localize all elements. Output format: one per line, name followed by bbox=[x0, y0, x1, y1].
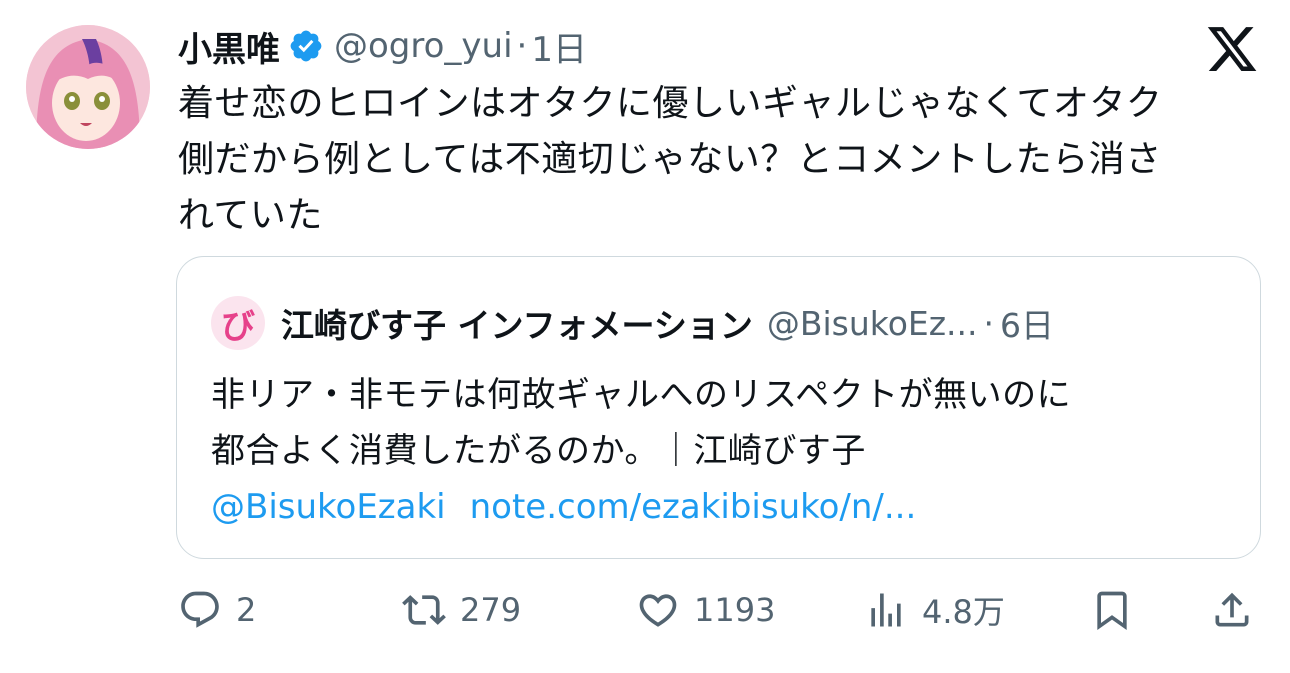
views-button[interactable]: 4.8万 bbox=[864, 582, 1005, 638]
reply-button[interactable]: 2 bbox=[178, 582, 256, 638]
tweet-body: 着せ恋のヒロインはオタクに優しいギャルじゃなくてオタク 側だから例としては不適切… bbox=[178, 76, 1258, 244]
quoted-header-separator: · bbox=[983, 303, 995, 343]
quoted-avatar-glyph: び bbox=[221, 306, 255, 347]
action-bar: 2 279 1193 4.8万 bbox=[0, 582, 1290, 638]
reply-icon bbox=[181, 591, 219, 628]
header-separator: · bbox=[516, 26, 528, 66]
quoted-tweet-body: 非リア・非モテは何故ギャルへのリスペクトが無いのに 都合よく消費したがるのか。｜… bbox=[211, 367, 1231, 479]
author-handle[interactable]: @ogro_yui bbox=[334, 26, 513, 66]
verified-badge-icon bbox=[290, 30, 322, 62]
views-count: 4.8万 bbox=[922, 593, 1005, 631]
share-button[interactable] bbox=[1210, 582, 1268, 638]
author-avatar[interactable] bbox=[26, 25, 150, 149]
retweet-button[interactable]: 279 bbox=[402, 582, 521, 638]
quoted-text-line: 非リア・非モテは何故ギャルへのリスペクトが無いのに bbox=[211, 375, 1072, 415]
quoted-author-handle: @BisukoEz... bbox=[766, 303, 978, 343]
views-chart-icon bbox=[871, 593, 901, 627]
tweet-timestamp[interactable]: 1日 bbox=[531, 22, 587, 71]
author-name[interactable]: 小黒唯 bbox=[178, 22, 280, 71]
x-logo-icon bbox=[1207, 27, 1257, 71]
quoted-links: @BisukoEzaki note.com/ezakibisuko/n/... bbox=[211, 479, 916, 535]
like-button[interactable]: 1193 bbox=[636, 582, 775, 638]
tweet-text-line: れていた bbox=[178, 195, 323, 236]
bookmark-icon bbox=[1097, 591, 1127, 631]
quoted-author-name: 江崎びす子 インフォメーション bbox=[281, 306, 753, 345]
like-count: 1193 bbox=[694, 591, 776, 629]
bookmark-button[interactable] bbox=[1090, 582, 1148, 638]
share-icon bbox=[1215, 592, 1249, 627]
tweet-header: 小黒唯 @ogro_yui · 1日 bbox=[178, 18, 587, 74]
tweet-text-line: 側だから例としては不適切じゃない？とコメントしたら消さ bbox=[178, 139, 1162, 180]
reply-count: 2 bbox=[236, 591, 257, 629]
retweet-count: 279 bbox=[460, 591, 522, 629]
tweet-text-line: 着せ恋のヒロインはオタクに優しいギャルじゃなくてオタク bbox=[178, 83, 1163, 124]
quoted-text-line: 都合よく消費したがるのか。｜江崎びす子 bbox=[211, 431, 866, 471]
quoted-timestamp: 6日 bbox=[1000, 306, 1055, 345]
quoted-tweet-card[interactable]: び 江崎びす子 インフォメーション @BisukoEz... · 6日 非リア・… bbox=[176, 256, 1261, 559]
quoted-author-avatar: び bbox=[211, 296, 265, 350]
retweet-icon bbox=[402, 595, 446, 625]
heart-icon bbox=[639, 594, 677, 627]
quoted-tweet-header: び 江崎びす子 インフォメーション @BisukoEz... · 6日 bbox=[211, 296, 1055, 350]
mention-link[interactable]: @BisukoEzaki bbox=[211, 487, 446, 527]
url-link[interactable]: note.com/ezakibisuko/n/... bbox=[470, 487, 917, 527]
